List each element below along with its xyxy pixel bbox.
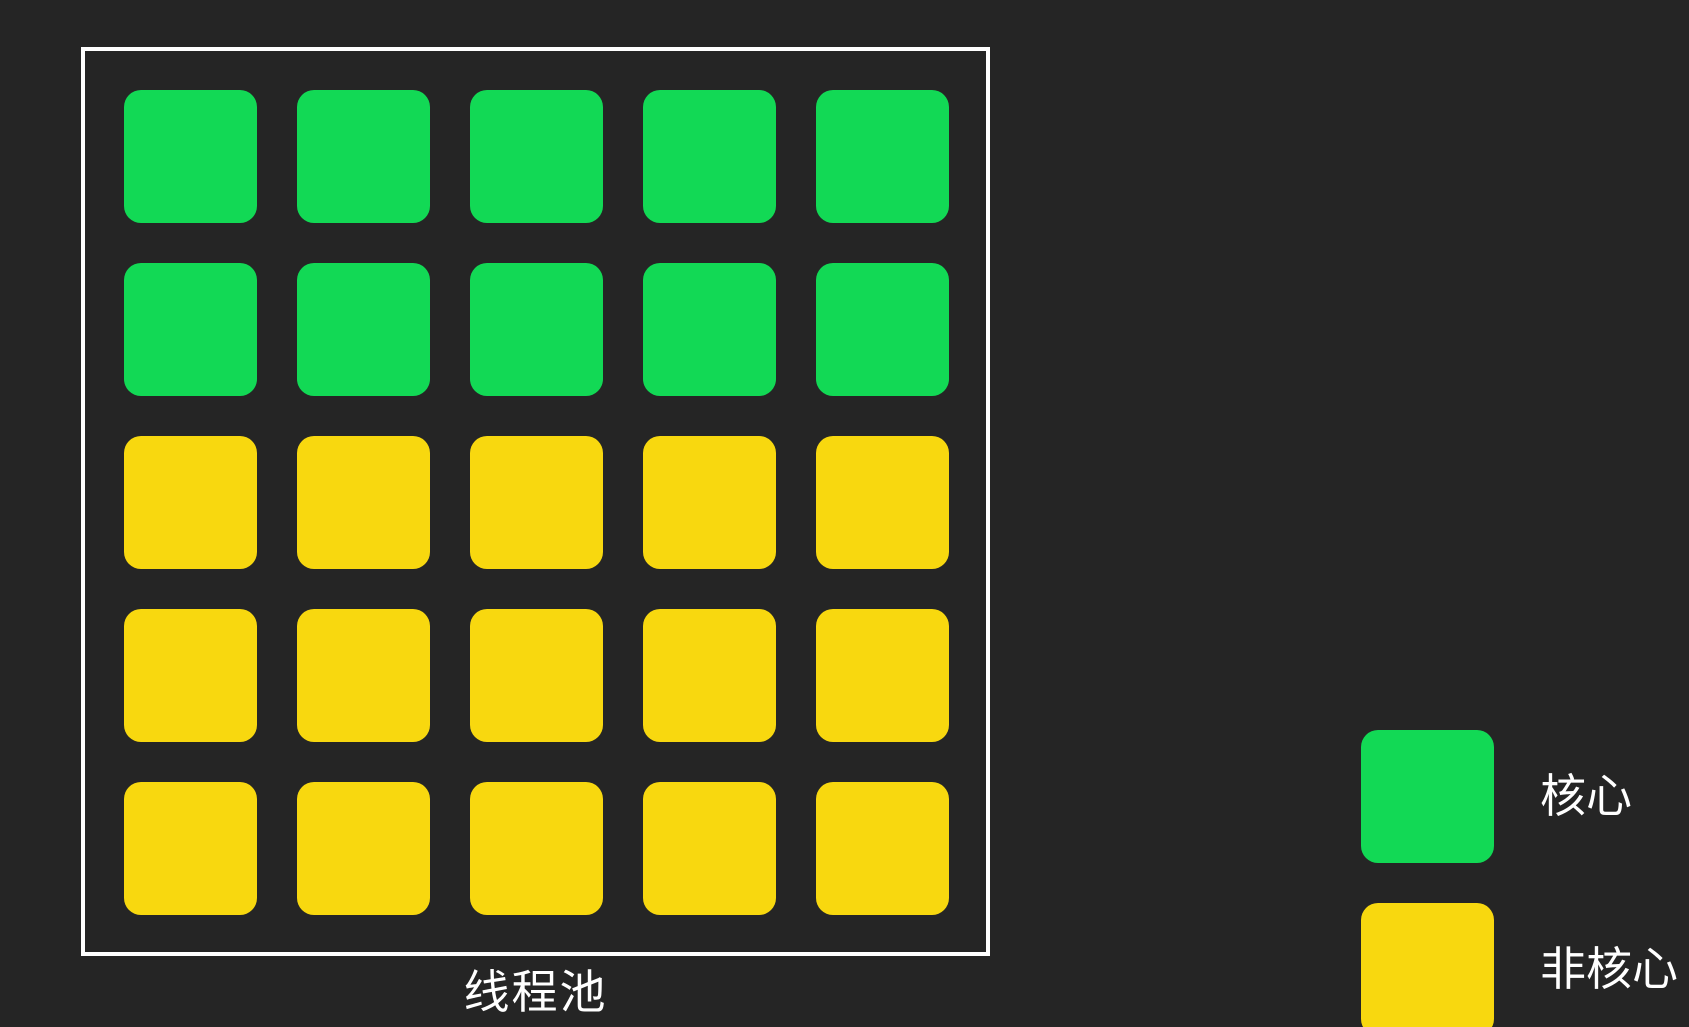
non-core-thread-cell — [297, 609, 430, 742]
core-thread-cell — [816, 263, 949, 396]
core-thread-cell — [470, 263, 603, 396]
core-thread-cell — [816, 90, 949, 223]
non-core-thread-cell — [124, 436, 257, 569]
legend-swatch-core — [1361, 730, 1494, 863]
non-core-thread-cell — [470, 782, 603, 915]
legend-label-core: 核心 — [1540, 769, 1632, 823]
non-core-thread-cell — [643, 436, 776, 569]
non-core-thread-cell — [124, 782, 257, 915]
core-thread-cell — [643, 263, 776, 396]
thread-pool-title: 线程池 — [463, 965, 608, 1019]
non-core-thread-cell — [816, 436, 949, 569]
core-thread-cell — [643, 90, 776, 223]
thread-pool-grid — [124, 90, 950, 916]
non-core-thread-cell — [124, 609, 257, 742]
non-core-thread-cell — [816, 782, 949, 915]
core-thread-cell — [124, 263, 257, 396]
non-core-thread-cell — [816, 609, 949, 742]
core-thread-cell — [470, 90, 603, 223]
non-core-thread-cell — [297, 782, 430, 915]
core-thread-cell — [297, 263, 430, 396]
non-core-thread-cell — [643, 782, 776, 915]
non-core-thread-cell — [470, 436, 603, 569]
non-core-thread-cell — [297, 436, 430, 569]
non-core-thread-cell — [470, 609, 603, 742]
diagram-canvas: 线程池 核心 非核心 — [0, 0, 1689, 1027]
core-thread-cell — [124, 90, 257, 223]
core-thread-cell — [297, 90, 430, 223]
legend-swatch-non-core — [1361, 903, 1494, 1027]
non-core-thread-cell — [643, 609, 776, 742]
legend-label-non-core: 非核心 — [1540, 942, 1678, 996]
